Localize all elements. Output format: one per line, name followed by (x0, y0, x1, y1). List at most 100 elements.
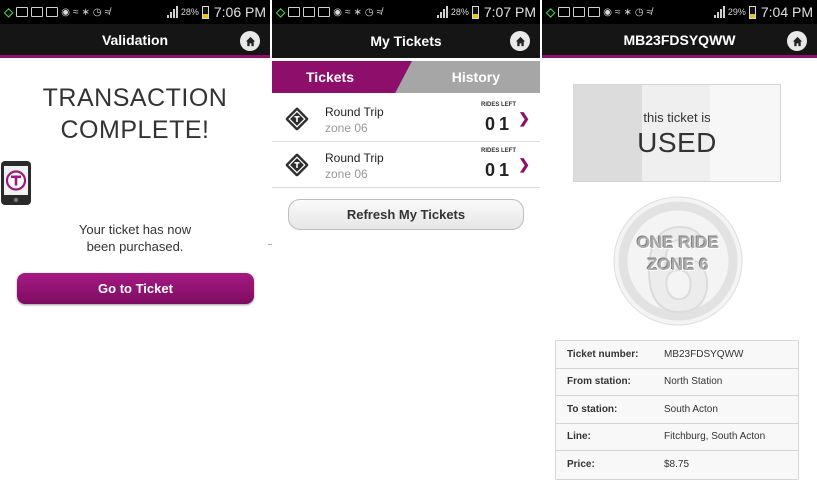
row-value: North Station (664, 376, 723, 388)
gallery-icon (573, 7, 586, 17)
tab-tickets-label: Tickets (306, 69, 354, 85)
signal-icon (713, 6, 725, 18)
ticket-list-item[interactable]: Round Trip zone 06 RIDES LEFT 01 ❯ (272, 142, 540, 188)
clock: 7:04 PM (760, 4, 813, 20)
row-label: From station: (567, 376, 631, 388)
row-value: $8.75 (664, 459, 690, 471)
message-line-2: been purchased. (86, 239, 184, 254)
mail-icon (318, 7, 331, 17)
image-icon (16, 7, 29, 17)
battery-percent: 28% (450, 7, 469, 17)
home-icon (245, 36, 255, 46)
ticket-details-table: Ticket number: MB23FDSYQWW From station:… (555, 340, 799, 480)
tab-tickets[interactable]: Tickets (272, 61, 412, 93)
bluetooth-icon: ∗ (353, 6, 362, 18)
nfc-icon: ≈ (72, 6, 79, 18)
home-icon (515, 36, 525, 46)
home-button[interactable] (510, 31, 530, 51)
phone-t-logo-icon (1, 161, 31, 205)
battery-percent: 28% (180, 7, 199, 17)
row-label: To station: (567, 403, 618, 415)
chat-icon: ◉ (603, 6, 612, 18)
battery-icon (201, 5, 209, 19)
notification-icons: ◇ ◉ ≈ ∗ ◷ ≉ (4, 5, 164, 19)
row-value: South Acton (664, 403, 718, 415)
table-row: Ticket number: MB23FDSYQWW (556, 341, 798, 369)
row-value: Fitchburg, South Acton (664, 431, 766, 443)
message-line-1: Your ticket has now (78, 222, 192, 237)
battery-percent: 29% (727, 7, 746, 17)
home-button[interactable] (787, 31, 807, 51)
mail-icon (588, 7, 601, 17)
rides-left-count: 01 (484, 160, 513, 180)
bluetooth-icon: ∗ (81, 6, 90, 18)
alarm-icon: ◷ (92, 6, 102, 18)
notification-icons: ◇ ◉ ≈ ∗ ◷ ≉ (546, 5, 711, 19)
validation-screen: ◇ ◉ ≈ ∗ ◷ ≉ 28% 7:06 PM Validation TRANS… (0, 0, 270, 483)
ticket-icon (285, 107, 309, 131)
ticket-list-item[interactable]: Round Trip zone 06 RIDES LEFT 01 ❯ (272, 96, 540, 142)
alarm-icon: ◷ (634, 6, 644, 18)
image-icon (558, 7, 571, 17)
wifi-shield-icon: ◇ (546, 5, 556, 19)
page-title: Validation (101, 31, 169, 48)
bluetooth-icon: ∗ (623, 6, 632, 18)
mail-icon (46, 7, 59, 17)
wifi-shield-icon: ◇ (4, 5, 14, 19)
row-label: Price: (567, 459, 595, 471)
ticket-name: Round Trip (325, 105, 384, 119)
page-title: MB23FDSYQWW (623, 31, 736, 48)
badge-line-1: ONE RIDE (636, 233, 720, 252)
gallery-icon (31, 7, 44, 17)
rides-left-label: RIDES LEFT (480, 102, 516, 108)
confirmation-message: Your ticket has now been purchased. (0, 221, 270, 255)
title-bar: Validation (0, 24, 270, 58)
image-icon (288, 7, 301, 17)
heading-line-1: TRANSACTION (42, 84, 228, 112)
chevron-right-icon: ❯ (518, 156, 530, 172)
status-bar: ◇ ◉ ≈ ∗ ◷ ≉ 28% 7:06 PM (0, 0, 270, 24)
transaction-heading: TRANSACTION COMPLETE! (0, 82, 270, 146)
ticket-status-panel: this ticket is USED (573, 84, 781, 182)
table-row: To station: South Acton (556, 396, 798, 424)
table-row: Price: $8.75 (556, 451, 798, 479)
battery-icon (748, 5, 756, 19)
alarm-icon: ◷ (364, 6, 374, 18)
title-bar: My Tickets (272, 24, 540, 58)
table-row: From station: North Station (556, 368, 798, 396)
go-to-ticket-button[interactable]: Go to Ticket (17, 273, 254, 304)
status-bar: ◇ ◉ ≈ ∗ ◷ ≉ 29% 7:04 PM (542, 0, 817, 24)
row-value: MB23FDSYQWW (664, 348, 744, 360)
table-row: Line: Fitchburg, South Acton (556, 423, 798, 451)
wifi-icon: ≉ (376, 6, 383, 18)
heading-line-2: COMPLETE! (60, 116, 210, 144)
row-label: Line: (567, 431, 591, 443)
ticket-icon (285, 153, 309, 177)
clock: 7:06 PM (213, 4, 266, 20)
refresh-tickets-button[interactable]: Refresh My Tickets (288, 199, 524, 230)
notification-icons: ◇ ◉ ≈ ∗ ◷ ≉ (276, 5, 434, 19)
home-button[interactable] (240, 31, 260, 51)
chat-icon: ◉ (61, 6, 70, 18)
status-caption: this ticket is (643, 110, 711, 125)
chat-icon: ◉ (333, 6, 342, 18)
signal-icon (436, 6, 448, 18)
ticket-detail-screen: ◇ ◉ ≈ ∗ ◷ ≉ 29% 7:04 PM MB23FDSYQWW this… (542, 0, 817, 483)
badge-line-2: ZONE 6 (647, 255, 709, 274)
status-bar: ◇ ◉ ≈ ∗ ◷ ≉ 28% 7:07 PM (272, 0, 540, 24)
clock: 7:07 PM (483, 4, 536, 20)
wifi-shield-icon: ◇ (276, 5, 286, 19)
title-bar: MB23FDSYQWW (542, 24, 817, 58)
battery-icon (471, 5, 479, 19)
row-label: Ticket number: (567, 348, 639, 360)
ticket-name: Round Trip (325, 151, 384, 165)
home-icon (792, 36, 802, 46)
tab-bar: History Tickets (272, 58, 540, 96)
status-value: USED (637, 127, 717, 158)
page-title: My Tickets (370, 33, 442, 49)
nfc-icon: ≈ (344, 6, 351, 18)
chevron-right-icon: ❯ (518, 110, 530, 126)
wifi-icon: ≉ (104, 6, 111, 18)
tab-history-label: History (451, 69, 500, 85)
rides-left-label: RIDES LEFT (480, 148, 516, 154)
